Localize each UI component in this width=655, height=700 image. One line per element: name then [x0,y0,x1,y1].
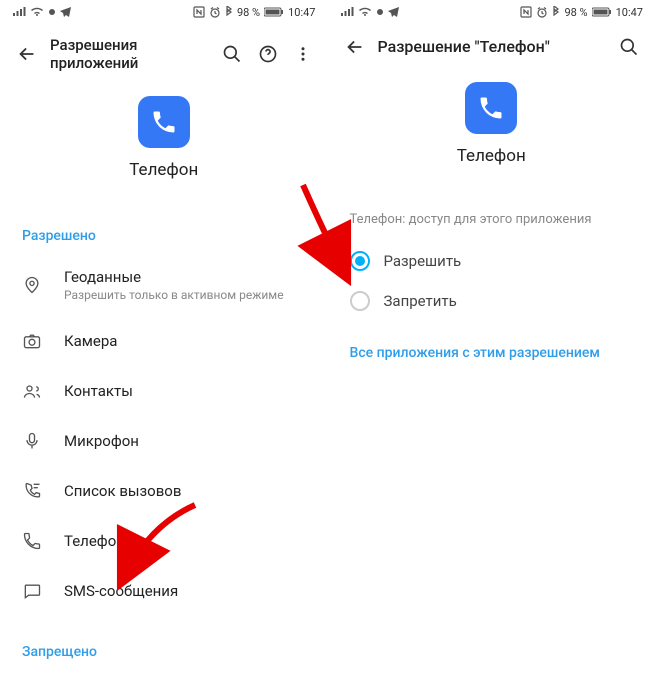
camera-icon [22,330,44,352]
radio-deny[interactable]: Запретить [328,281,655,321]
perm-title: Телефон [64,532,306,550]
calllog-icon [22,480,44,502]
app-icon [138,96,190,148]
sms-icon [22,580,44,602]
search-icon [619,37,639,57]
location-icon [22,274,44,296]
status-bar: 98 % 10:47 [328,0,655,24]
menu-button[interactable] [294,44,312,64]
telegram-icon [388,7,400,17]
radio-icon [350,291,370,311]
perm-sub: Разрешить только в активном режиме [64,288,306,302]
clock-text: 10:47 [288,6,315,19]
allowed-label: Разрешено [0,200,328,254]
perm-title: Камера [64,332,306,350]
contacts-icon [22,380,44,402]
help-icon [258,44,278,64]
radio-icon [350,251,370,271]
permission-caption: Телефон: доступ для этого приложения [328,186,655,241]
signal-icon [12,7,26,17]
app-name: Телефон [457,146,526,166]
clock-text: 10:47 [616,6,643,19]
all-apps-link[interactable]: Все приложения с этим разрешением [328,321,655,385]
perm-item-location[interactable]: Геоданные Разрешить только в активном ре… [0,254,328,316]
notif-icon [376,7,384,17]
perm-item-mic[interactable]: Микрофон [0,416,328,466]
nfc-icon [193,6,205,18]
wifi-icon [30,7,44,17]
perm-item-calllog[interactable]: Список вызовов [0,466,328,516]
app-icon [465,82,517,134]
perm-title: Контакты [64,382,306,400]
nfc-icon [520,6,532,18]
permission-list: Геоданные Разрешить только в активном ре… [0,254,328,616]
status-bar: 98 % 10:47 [0,0,328,24]
page-title: Разрешения приложений [50,36,210,72]
phone-icon [150,108,178,136]
battery-icon [264,7,284,17]
perm-title: Список вызовов [64,482,306,500]
back-button[interactable] [16,43,38,65]
page-title: Разрешение "Телефон" [378,37,608,56]
notif-icon [48,7,56,17]
perm-item-camera[interactable]: Камера [0,316,328,366]
status-left [340,7,400,17]
mic-icon [22,430,44,452]
bluetooth-icon [225,6,233,18]
perm-item-sms[interactable]: SMS-сообщения [0,566,328,616]
perm-item-contacts[interactable]: Контакты [0,366,328,416]
perm-title: Геоданные [64,268,306,286]
status-right: 98 % 10:47 [193,6,316,19]
wifi-icon [358,7,372,17]
signal-icon [340,7,354,17]
alarm-icon [536,6,548,18]
battery-icon [592,7,612,17]
battery-text: 98 % [564,6,587,19]
back-button[interactable] [344,36,366,58]
phone-outline-icon [22,530,44,552]
screen-permission-detail: 98 % 10:47 Разрешение "Телефон" Телефон … [328,0,655,700]
alarm-icon [209,6,221,18]
search-icon [222,44,242,64]
help-button[interactable] [258,44,278,64]
phone-icon [477,94,505,122]
app-name: Телефон [129,160,198,180]
screen-permissions-list: 98 % 10:47 Разрешения приложений Телефон [0,0,328,700]
battery-text: 98 % [237,6,260,19]
radio-label: Разрешить [384,252,462,270]
search-button[interactable] [222,44,242,64]
perm-title: SMS-сообщения [64,582,306,600]
search-button[interactable] [619,37,639,57]
status-left [12,7,72,17]
bluetooth-icon [552,6,560,18]
perm-item-phone[interactable]: Телефон [0,516,328,566]
denied-label: Запрещено [0,616,328,670]
app-header: Телефон [0,80,328,200]
radio-label: Запретить [384,292,457,310]
more-vert-icon [294,44,312,64]
telegram-icon [60,7,72,17]
status-right: 98 % 10:47 [520,6,643,19]
radio-allow[interactable]: Разрешить [328,241,655,281]
header: Разрешения приложений [0,24,328,80]
header: Разрешение "Телефон" [328,24,655,66]
app-header: Телефон [328,66,655,186]
perm-title: Микрофон [64,432,306,450]
